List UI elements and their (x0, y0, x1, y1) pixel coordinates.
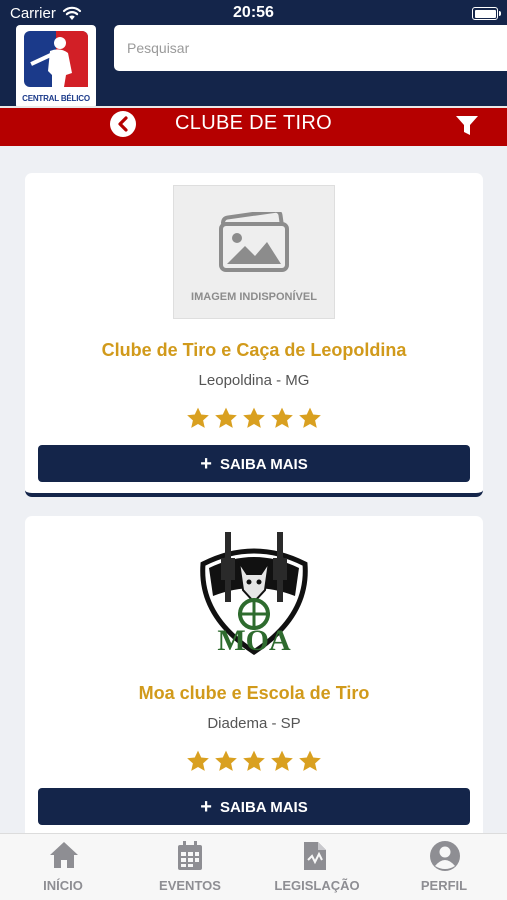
club-location: Leopoldina - MG (198, 372, 310, 389)
saiba-mais-button[interactable]: + SAIBA MAIS (38, 788, 470, 825)
star-icon (215, 407, 237, 428)
star-icon (271, 407, 293, 428)
star-icon (271, 750, 293, 771)
tab-inicio[interactable]: INÍCIO (0, 834, 126, 900)
moa-club-logo: MOA (200, 532, 308, 657)
filter-icon[interactable] (454, 112, 480, 138)
tab-eventos[interactable]: EVENTOS (127, 834, 253, 900)
star-icon (299, 750, 321, 771)
tab-label: INÍCIO (43, 878, 83, 893)
rating-stars (25, 406, 483, 436)
club-card[interactable]: MOA Moa clube e Escola de Tiro Diadema -… (25, 516, 483, 846)
moa-logo-text: MOA (217, 624, 291, 657)
image-placeholder-icon (219, 212, 289, 272)
tab-perfil[interactable]: PERFIL (381, 834, 507, 900)
tab-legislacao[interactable]: LEGISLAÇÃO (254, 834, 380, 900)
document-icon (304, 842, 326, 870)
image-unavailable-placeholder: IMAGEM INDISPONÍVEL (173, 185, 335, 319)
rating-stars (25, 749, 483, 779)
image-unavailable-text: IMAGEM INDISPONÍVEL (191, 291, 317, 303)
app-header: Carrier 20:56 CENTRAL BÉLICO (0, 0, 507, 109)
star-icon (243, 750, 265, 771)
user-icon (430, 841, 460, 871)
club-name[interactable]: Moa clube e Escola de Tiro (25, 683, 483, 704)
tab-label: PERFIL (420, 878, 468, 893)
bottom-tab-bar: INÍCIO EVENTOS LEGISLAÇÃO PERFIL (0, 833, 507, 900)
tab-label: LEGISLAÇÃO (274, 878, 360, 893)
page-title: CLUBE DE TIRO (175, 112, 332, 134)
saiba-mais-button[interactable]: + SAIBA MAIS (38, 445, 470, 482)
calendar-icon (178, 841, 202, 870)
star-icon (215, 750, 237, 771)
button-label: SAIBA MAIS (219, 456, 308, 473)
clock: 20:56 (233, 4, 274, 21)
search-input[interactable] (114, 25, 507, 71)
star-icon (243, 407, 265, 428)
logo-text: CENTRAL BÉLICO (22, 94, 90, 103)
plus-icon: + (200, 796, 212, 818)
button-label: SAIBA MAIS (219, 799, 308, 816)
star-icon (187, 750, 209, 771)
home-icon (50, 842, 78, 868)
star-icon (187, 407, 209, 428)
club-card[interactable]: IMAGEM INDISPONÍVEL Clube de Tiro e Caça… (25, 173, 483, 497)
star-icon (299, 407, 321, 428)
app-logo[interactable]: CENTRAL BÉLICO (16, 25, 96, 109)
club-location: Diadema - SP (207, 715, 301, 732)
plus-icon: + (200, 453, 212, 475)
battery-icon (472, 7, 501, 20)
soldier-logo-icon (24, 31, 88, 87)
section-title-bar: CLUBE DE TIRO (0, 106, 507, 146)
tab-label: EVENTOS (159, 878, 221, 893)
status-bar: Carrier 20:56 (0, 0, 507, 26)
club-name[interactable]: Clube de Tiro e Caça de Leopoldina (25, 340, 483, 361)
